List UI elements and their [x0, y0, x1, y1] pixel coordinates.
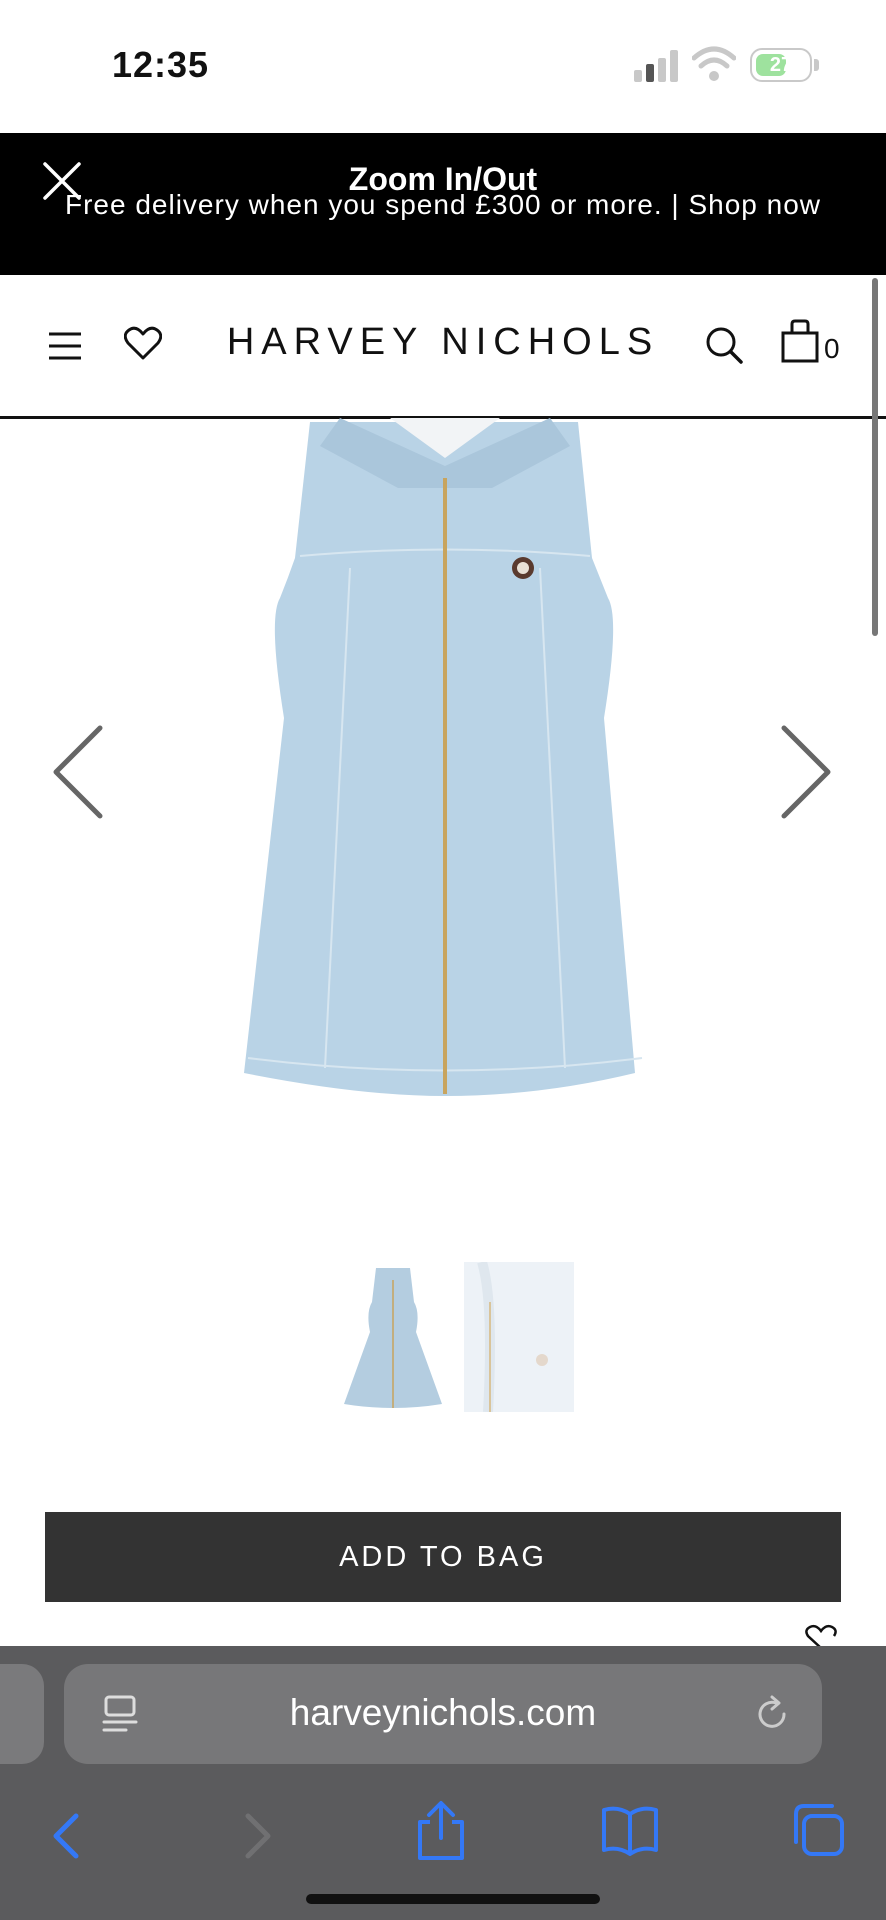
- site-logo[interactable]: HARVEY NICHOLS: [0, 321, 886, 364]
- reload-icon[interactable]: [752, 1694, 792, 1734]
- url-text[interactable]: harveynichols.com: [64, 1692, 822, 1734]
- promo-banner: Free delivery when you spend £300 or mor…: [0, 133, 886, 275]
- thumbnail-dress-front[interactable]: [338, 1262, 448, 1412]
- thumbnail-collar-detail[interactable]: [464, 1262, 574, 1412]
- bookmarks-book-icon[interactable]: [600, 1804, 660, 1856]
- battery-cap: [814, 59, 819, 71]
- previous-tab-peek[interactable]: [0, 1664, 44, 1764]
- scrollbar[interactable]: [872, 278, 878, 636]
- wifi-icon: [692, 46, 736, 81]
- browser-toolbar: harveynichols.com: [0, 1646, 886, 1920]
- site-header: HARVEY NICHOLS 0: [0, 275, 886, 419]
- bag-count: 0: [824, 333, 840, 364]
- forward-arrow-icon[interactable]: [238, 1812, 278, 1860]
- address-bar[interactable]: harveynichols.com: [64, 1664, 822, 1764]
- share-icon[interactable]: [414, 1800, 468, 1862]
- wishlist-heart-icon-small[interactable]: [804, 1624, 838, 1648]
- close-icon[interactable]: [42, 161, 82, 201]
- search-icon[interactable]: [704, 325, 744, 365]
- shopping-bag-icon[interactable]: [780, 319, 820, 363]
- tabs-overview-icon[interactable]: [790, 1802, 846, 1858]
- status-bar: 12:35 27: [0, 0, 886, 132]
- previous-image-arrow-icon[interactable]: [50, 724, 106, 820]
- cellular-signal-icon: [634, 50, 678, 82]
- product-image[interactable]: [240, 418, 650, 1100]
- status-time: 12:35: [112, 44, 210, 85]
- zoom-label: Zoom In/Out: [348, 161, 538, 197]
- battery-percentage: 27: [769, 54, 793, 76]
- add-to-bag-button[interactable]: ADD TO BAG: [45, 1512, 841, 1602]
- next-image-arrow-icon[interactable]: [778, 724, 834, 820]
- home-indicator[interactable]: [306, 1894, 600, 1904]
- battery-icon: 27: [750, 48, 812, 82]
- back-arrow-icon[interactable]: [46, 1812, 86, 1860]
